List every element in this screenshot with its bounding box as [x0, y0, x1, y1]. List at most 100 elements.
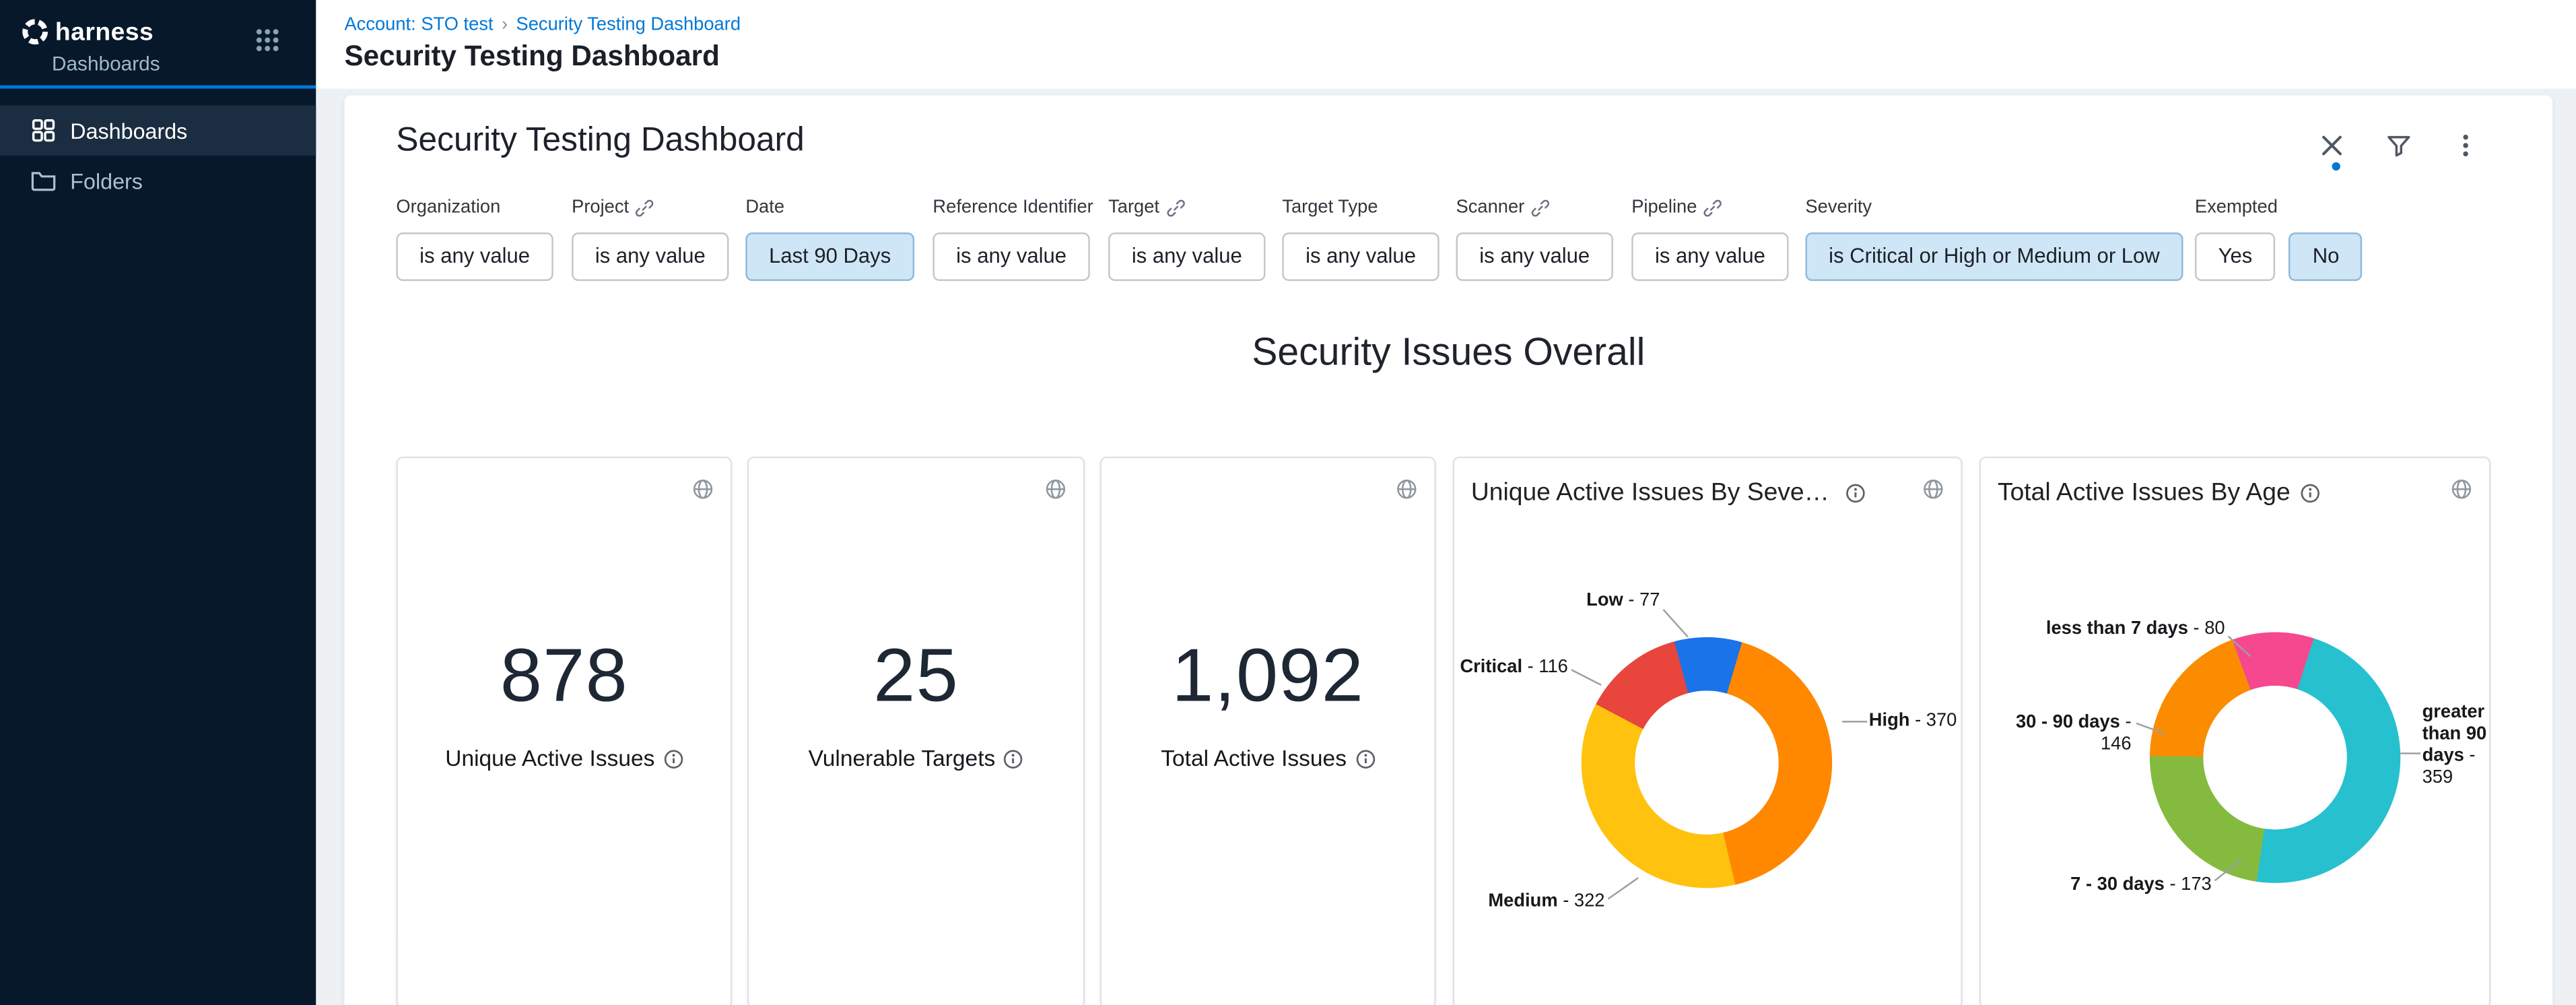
chevron-right-icon: › — [502, 15, 508, 35]
info-icon[interactable] — [1845, 482, 1866, 502]
kebab-menu-icon[interactable] — [2452, 132, 2479, 159]
donut-label-30-90-days: 30 - 90 days - 146 — [1981, 713, 2131, 756]
info-icon[interactable] — [663, 748, 683, 769]
link-icon — [1703, 198, 1722, 216]
filter-value-button[interactable]: is Critical or High or Medium or Low — [1805, 232, 2183, 281]
info-icon[interactable] — [1004, 748, 1024, 769]
section-title: Security Issues Overall — [344, 329, 2552, 375]
stat-value: 878 — [398, 632, 731, 719]
stat-value: 1,092 — [1101, 632, 1434, 719]
exempted-no-button[interactable]: No — [2289, 232, 2363, 281]
globe-icon[interactable] — [692, 478, 714, 500]
link-icon — [636, 198, 654, 216]
app-grid-icon[interactable] — [254, 27, 281, 54]
globe-icon[interactable] — [1396, 478, 1417, 500]
stat-title: Vulnerable Targets — [809, 746, 996, 771]
age-donut-chart[interactable] — [2150, 632, 2400, 882]
dashboard-actions — [2319, 132, 2479, 159]
filter-value-button[interactable]: is any value — [1282, 232, 1439, 281]
donut-label-critical: Critical - 116 — [1454, 657, 1568, 679]
leader-line — [1571, 669, 1601, 686]
tile-unique-active-issues-by-severity: Unique Active Issues By Severity Low - 7 — [1453, 457, 1963, 1005]
filter-value-button[interactable]: is any value — [933, 232, 1089, 281]
chart-title: Total Active Issues By Age — [1998, 478, 2291, 507]
filter-severity: Severity is Critical or High or Medium o… — [1805, 195, 2183, 281]
filter-label: Target — [1108, 197, 1159, 218]
filter-label: Reference Identifier — [933, 197, 1093, 218]
dashboards-icon — [30, 117, 57, 144]
sidebar: harness Dashboards Dashboards — [0, 0, 316, 1005]
filter-value-button[interactable]: is any value — [1631, 232, 1788, 281]
tile-unique-active-issues: 878 Unique Active Issues — [396, 457, 732, 1005]
tile-total-active-issues-by-age: Total Active Issues By Age less than 7 d — [1979, 457, 2491, 1005]
filter-value-button[interactable]: Last 90 Days — [745, 232, 914, 281]
breadcrumb: Account: STO test › Security Testing Das… — [316, 0, 2576, 35]
chart-title-row: Unique Active Issues By Severity — [1471, 478, 1866, 507]
sidebar-header: harness Dashboards — [0, 0, 316, 89]
main-content: Security Testing Dashboard Organ — [316, 89, 2576, 1005]
link-icon — [1531, 198, 1549, 216]
leader-line — [2400, 752, 2420, 754]
filter-scanner: Scanner is any value — [1456, 195, 1613, 281]
stat-title: Unique Active Issues — [445, 746, 654, 771]
globe-icon[interactable] — [1045, 478, 1066, 500]
dashboard-card: Security Testing Dashboard Organ — [344, 96, 2552, 1005]
breadcrumb-dashboard-link[interactable]: Security Testing Dashboard — [516, 15, 741, 35]
sidebar-item-label: Dashboards — [70, 118, 187, 143]
filter-date: Date Last 90 Days — [745, 195, 914, 281]
donut-hole — [2203, 686, 2347, 830]
filter-value-button[interactable]: is any value — [396, 232, 553, 281]
donut-label-7-30-days: 7 - 30 days - 173 — [1981, 875, 2212, 897]
globe-icon[interactable] — [1922, 478, 1944, 500]
filter-reference-identifier: Reference Identifier is any value — [933, 195, 1093, 281]
donut-label-medium: Medium - 322 — [1454, 891, 1604, 913]
filter-bar: Organization is any value Project is any… — [344, 195, 2552, 316]
stat: 878 Unique Active Issues — [398, 632, 731, 771]
filter-label: Date — [745, 197, 784, 218]
link-icon — [1166, 198, 1184, 216]
stat-title: Total Active Issues — [1161, 746, 1347, 771]
tile-vulnerable-targets: 25 Vulnerable Targets — [747, 457, 1085, 1005]
brand-name: harness — [55, 18, 154, 46]
sidebar-item-folders[interactable]: Folders — [0, 156, 316, 205]
sidebar-item-dashboards[interactable]: Dashboards — [0, 105, 316, 155]
filter-value-button[interactable]: is any value — [572, 232, 728, 281]
cursor-dot — [2332, 162, 2340, 170]
donut-label-high: High - 370 — [1869, 711, 1961, 732]
top-bar: Account: STO test › Security Testing Das… — [316, 0, 2576, 89]
stat: 25 Vulnerable Targets — [749, 632, 1083, 771]
filter-label: Severity — [1805, 197, 1872, 218]
breadcrumb-account-link[interactable]: Account: STO test — [344, 15, 493, 35]
close-icon[interactable] — [2319, 132, 2346, 159]
severity-donut-chart[interactable] — [1582, 637, 1832, 888]
donut-label-greater-than-90-days: greater than 90 days - 359 — [2422, 703, 2493, 789]
filter-value-button[interactable]: is any value — [1456, 232, 1613, 281]
filter-target: Target is any value — [1108, 195, 1265, 281]
sidebar-item-label: Folders — [70, 168, 143, 193]
globe-icon[interactable] — [2451, 478, 2472, 500]
filter-label: Organization — [396, 197, 500, 218]
info-icon[interactable] — [1355, 748, 1375, 769]
stat: 1,092 Total Active Issues — [1101, 632, 1434, 771]
app-window: harness Dashboards Dashboards — [0, 0, 2576, 1005]
stat-value: 25 — [749, 632, 1083, 719]
harness-logo-icon — [20, 17, 50, 47]
chart-title: Unique Active Issues By Severity — [1471, 478, 1835, 507]
filter-organization: Organization is any value — [396, 195, 553, 281]
filter-label: Project — [572, 197, 629, 218]
sidebar-nav: Dashboards Folders — [0, 89, 316, 206]
filter-icon[interactable] — [2385, 132, 2412, 159]
filter-label: Exempted — [2195, 197, 2278, 218]
page-title: Security Testing Dashboard — [316, 35, 2576, 73]
donut-label-low: Low - 77 — [1485, 590, 1660, 612]
filter-label: Target Type — [1282, 197, 1378, 218]
filter-label: Pipeline — [1631, 197, 1697, 218]
info-icon[interactable] — [2301, 482, 2321, 502]
exempted-yes-button[interactable]: Yes — [2195, 232, 2276, 281]
filter-target-type: Target Type is any value — [1282, 195, 1439, 281]
chart-title-row: Total Active Issues By Age — [1998, 478, 2320, 507]
folder-icon — [30, 167, 57, 194]
leader-line — [1608, 877, 1639, 899]
filter-exempted: Exempted Yes No — [2195, 195, 2363, 281]
filter-value-button[interactable]: is any value — [1108, 232, 1265, 281]
